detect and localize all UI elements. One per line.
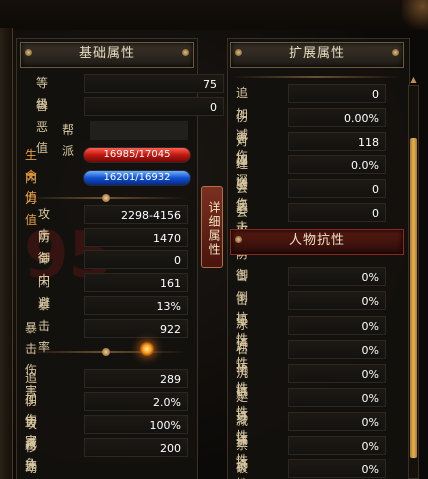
hp-bar: 16985/17045 bbox=[83, 147, 191, 163]
header-pin-icon bbox=[235, 49, 242, 56]
ext-value: 0.0% bbox=[288, 155, 386, 174]
ext-value: 118 bbox=[288, 132, 386, 151]
resistance-header: 人物抗性 bbox=[230, 229, 404, 255]
stat-value: 922 bbox=[84, 319, 188, 338]
section-divider bbox=[24, 345, 188, 359]
resist-label: 定身抗性 bbox=[236, 390, 249, 467]
section-divider bbox=[24, 191, 188, 205]
stat-label: 攻击速度 bbox=[25, 417, 38, 473]
resist-label: 石化抗性 bbox=[236, 342, 249, 419]
stat-value: 13% bbox=[84, 296, 188, 315]
window-top-border bbox=[0, 0, 428, 30]
stat-label: 等 级 bbox=[36, 76, 49, 111]
stat-label: 帮派 bbox=[62, 123, 75, 158]
ext-label: 追加减伤 bbox=[236, 86, 249, 163]
resist-value: 0% bbox=[288, 267, 386, 286]
ext-label: 会心攻击 bbox=[236, 181, 249, 258]
resist-value: 0% bbox=[288, 291, 386, 310]
hp-label: 生命值 bbox=[25, 148, 38, 204]
stat-value: 2298-4156 bbox=[84, 205, 188, 224]
stat-value: 161 bbox=[84, 273, 188, 292]
resistance-title: 人物抗性 bbox=[288, 233, 345, 248]
extended-attributes-title: 扩展属性 bbox=[288, 46, 345, 61]
header-pin-icon bbox=[392, 49, 399, 56]
resist-value: 0% bbox=[288, 459, 386, 478]
mp-label: 内力值 bbox=[25, 171, 38, 227]
stat-label: 攻 击 bbox=[38, 207, 51, 242]
stat-value: 0 bbox=[84, 250, 188, 269]
stat-value: 1470 bbox=[84, 228, 188, 247]
header-pin-icon bbox=[25, 49, 32, 56]
extended-attributes-header: 扩展属性 bbox=[230, 42, 404, 68]
stat-label: 防 御 bbox=[38, 230, 51, 265]
detailed-attributes-tab[interactable]: 详细属性 bbox=[201, 186, 223, 268]
window-corner-ornament bbox=[402, 0, 428, 30]
resist-label: 击倒抗性 bbox=[236, 269, 249, 346]
section-divider bbox=[230, 70, 402, 84]
resist-value: 0% bbox=[288, 340, 386, 359]
ext-label: 伤害加深 bbox=[236, 110, 249, 187]
attributes-scrollbar[interactable]: ▲ bbox=[408, 75, 419, 479]
resist-label: 沉默抗性 bbox=[236, 366, 249, 443]
stat-label: 命 中 bbox=[38, 252, 51, 287]
stat-value: 100% bbox=[84, 415, 188, 434]
resist-value: 0% bbox=[288, 436, 386, 455]
resist-label: 减速抗性 bbox=[236, 414, 249, 479]
scroll-up-arrow-icon[interactable]: ▲ bbox=[409, 75, 418, 84]
stat-label: 追加伤害 bbox=[25, 371, 38, 448]
stat-label: 暴击伤害 bbox=[25, 321, 38, 398]
stat-label: 闪 避 bbox=[38, 275, 51, 310]
resist-value: 0% bbox=[288, 316, 386, 335]
glowing-orb-icon bbox=[140, 342, 154, 356]
stat-value: 2.0% bbox=[84, 392, 188, 411]
ext-value: 0 bbox=[288, 203, 386, 222]
mp-bar: 16201/16932 bbox=[83, 170, 191, 186]
resist-value: 0% bbox=[288, 364, 386, 383]
stat-value: 75 bbox=[84, 74, 224, 93]
header-pin-icon bbox=[182, 49, 189, 56]
resist-label: 禁食抗性 bbox=[236, 438, 249, 473]
ext-label: 经验暴击 bbox=[236, 157, 249, 234]
stat-label: 善恶值 bbox=[36, 99, 49, 155]
resist-label: 击晕抗性 bbox=[236, 293, 249, 370]
resist-label: 破甲抗性 bbox=[236, 461, 249, 475]
header-pin-icon bbox=[235, 236, 242, 243]
resist-value: 0% bbox=[288, 388, 386, 407]
stat-value: 289 bbox=[84, 369, 188, 388]
resist-label: 冰冻抗性 bbox=[236, 318, 249, 395]
ext-value: 0 bbox=[288, 84, 386, 103]
guild-name-value bbox=[90, 121, 188, 140]
window-left-border bbox=[0, 28, 13, 479]
stat-label: 暴击率 bbox=[38, 298, 51, 354]
character-attribute-window: 基础属性 95 等 级 75 善恶值 0 帮派 生命值 16985/17045 … bbox=[0, 0, 428, 479]
basic-attributes-title: 基础属性 bbox=[78, 46, 135, 61]
basic-attributes-header: 基础属性 bbox=[20, 42, 194, 68]
resist-value: 0% bbox=[288, 412, 386, 431]
stat-value: 0 bbox=[84, 97, 224, 116]
divider-gem-icon bbox=[102, 194, 110, 202]
ext-value: 0.00% bbox=[288, 108, 386, 127]
stat-label: 伤害减免 bbox=[25, 394, 38, 471]
stat-value: 200 bbox=[84, 438, 188, 457]
ext-label: 会心防御 bbox=[236, 205, 249, 282]
scrollbar-thumb[interactable] bbox=[410, 138, 417, 458]
stat-label: 移动速度 bbox=[25, 440, 38, 475]
ext-value: 0 bbox=[288, 179, 386, 198]
divider-gem-icon bbox=[102, 348, 110, 356]
ext-label: 对怪增伤 bbox=[236, 134, 249, 211]
